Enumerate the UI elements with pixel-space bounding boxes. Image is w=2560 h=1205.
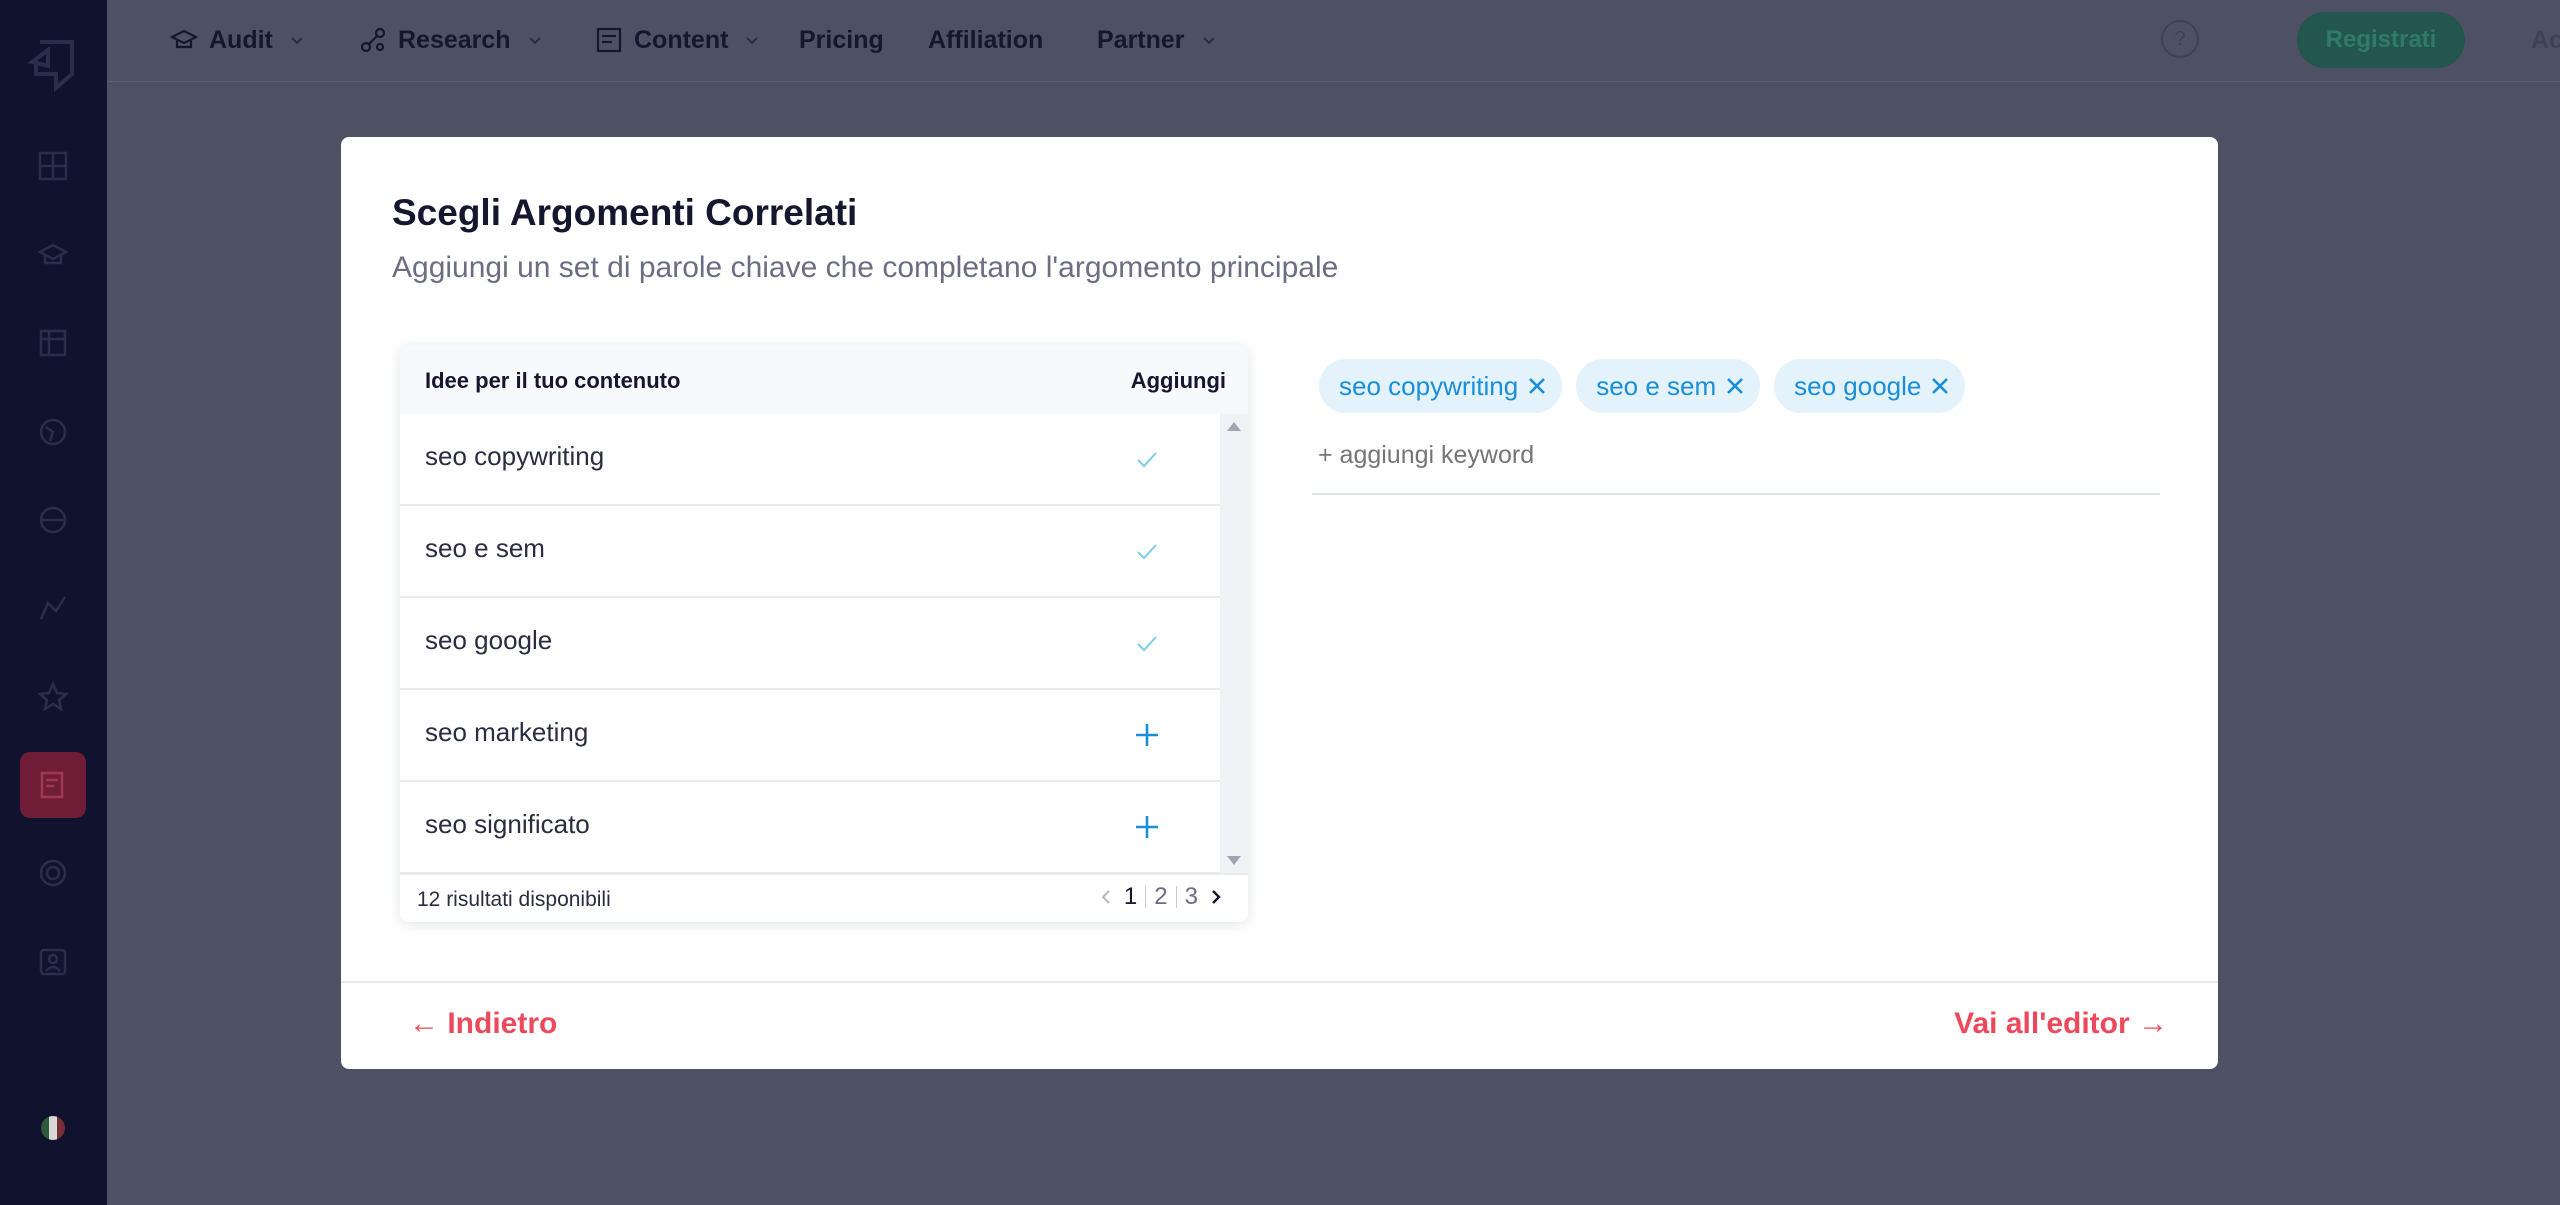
page-separator [1145,886,1147,908]
content-editor-icon [40,771,64,799]
scroll-up-icon[interactable] [1227,422,1241,431]
sidebar-item-content-editor[interactable] [20,752,86,818]
star-icon [37,680,69,712]
nav-label: Partner [1097,25,1185,54]
sidebar-item-audit[interactable] [20,222,86,288]
table-icon [39,329,67,357]
keyword-chip: seo google [1774,359,1966,413]
table-row[interactable]: seo marketing [400,690,1220,782]
keyword-label: seo marketing [425,717,589,747]
table-row[interactable]: seo google [400,598,1220,690]
plus-icon[interactable] [1132,720,1162,750]
graph-icon [39,596,67,620]
page-2[interactable]: 2 [1154,883,1167,911]
go-to-editor-button[interactable]: Vai all'editor → [1954,1007,2168,1041]
nav-item-research[interactable]: Research [358,0,543,80]
nav-label: Audit [209,25,273,54]
ideas-list: seo copywriting seo e sem seo google seo… [400,414,1220,873]
chevron-down-icon [291,37,303,45]
language-flag-icon[interactable] [41,1116,65,1140]
page-separator [1175,886,1177,908]
help-icon[interactable]: ? [2161,20,2199,58]
chevron-down-icon [1202,37,1215,45]
back-button[interactable]: ← Indietro [409,1007,557,1041]
pagination: 1 2 3 [1096,883,1226,911]
sidebar [0,0,107,1205]
ideas-table-footer: 12 risultati disponibili 1 2 3 [400,873,1248,922]
chip-label: seo google [1794,370,1922,401]
results-count: 12 risultati disponibili [417,888,611,911]
ideas-scrollbar[interactable] [1220,414,1248,873]
chevron-right-icon[interactable] [1206,887,1226,907]
page-3[interactable]: 3 [1185,883,1198,911]
close-icon[interactable] [1526,375,1548,397]
nav-item-audit[interactable]: Audit [169,0,305,80]
ideas-table-header: Idee per il tuo contenuto Aggiungi [400,346,1248,414]
nav-label: Content [634,25,729,54]
app-logo-icon[interactable] [26,36,78,93]
keyword-label: seo e sem [425,533,545,563]
table-row[interactable]: seo e sem [400,506,1220,598]
scroll-down-icon[interactable] [1227,856,1241,865]
graduation-cap-icon [169,29,199,49]
nav-item-partner[interactable]: Partner [1097,0,1217,80]
sidebar-item-globe[interactable] [20,399,86,465]
nav-item-content[interactable]: Content [594,0,760,80]
related-topics-modal: Scegli Argomenti Correlati Aggiungi un s… [341,137,2218,1069]
sidebar-item-target[interactable] [20,840,86,906]
sidebar-item-table[interactable] [20,310,86,376]
table-row[interactable]: seo significato [400,782,1220,873]
globe-icon [39,418,67,446]
ideas-table: Idee per il tuo contenuto Aggiungi seo c… [400,346,1248,922]
chip-label: seo copywriting [1339,370,1519,401]
register-button[interactable]: Registrati [2297,12,2465,68]
keyword-label: seo google [425,625,553,655]
page-1[interactable]: 1 [1124,883,1137,911]
network-icon [360,27,386,53]
table-row[interactable]: seo copywriting [400,414,1220,506]
user-card-icon [39,948,67,976]
check-icon[interactable] [1132,628,1162,658]
document-edit-icon [596,27,622,53]
modal-footer: ← Indietro Vai all'editor → [341,981,2218,1069]
nav-label: Affiliation [928,25,1044,54]
audit-icon [37,243,69,265]
keyword-label: seo copywriting [425,441,605,471]
modal-subtitle: Aggiungi un set di parole chiave che com… [392,251,1339,284]
nav-label: Pricing [799,25,884,54]
sidebar-item-graph[interactable] [20,575,86,641]
add-keyword-underline [1312,493,2160,495]
sidebar-item-dashboard[interactable] [20,133,86,199]
close-icon[interactable] [1724,375,1746,397]
chip-label: seo e sem [1596,370,1717,401]
chevron-down-icon [528,37,541,45]
keyword-chip: seo copywriting [1319,359,1563,413]
selected-keywords: seo copywriting seo e sem seo google [1319,359,1966,413]
ideas-header-add: Aggiungi [1130,368,1226,393]
ideas-header-title: Idee per il tuo contenuto [425,368,681,393]
login-button[interactable]: Accedi [2517,12,2560,68]
chevron-down-icon [746,37,759,45]
sidebar-item-analysis[interactable] [20,487,86,553]
analysis-icon [39,506,67,534]
top-navigation: Audit Research Content Pricing Affiliati… [107,0,2560,82]
keyword-chip: seo e sem [1576,359,1761,413]
sidebar-item-star[interactable] [20,664,86,730]
dashboard-icon [38,151,68,181]
nav-item-pricing[interactable]: Pricing [799,0,884,80]
chevron-left-icon[interactable] [1096,887,1116,907]
sidebar-item-user-card[interactable] [20,929,86,995]
nav-item-affiliation[interactable]: Affiliation [928,0,1043,80]
close-icon[interactable] [1929,375,1951,397]
check-icon[interactable] [1132,444,1162,474]
add-keyword-input[interactable] [1318,441,1918,470]
keyword-label: seo significato [425,809,590,839]
modal-title: Scegli Argomenti Correlati [392,192,858,233]
check-icon[interactable] [1132,536,1162,566]
target-icon [39,859,67,887]
plus-icon[interactable] [1132,812,1162,842]
nav-label: Research [398,25,511,54]
